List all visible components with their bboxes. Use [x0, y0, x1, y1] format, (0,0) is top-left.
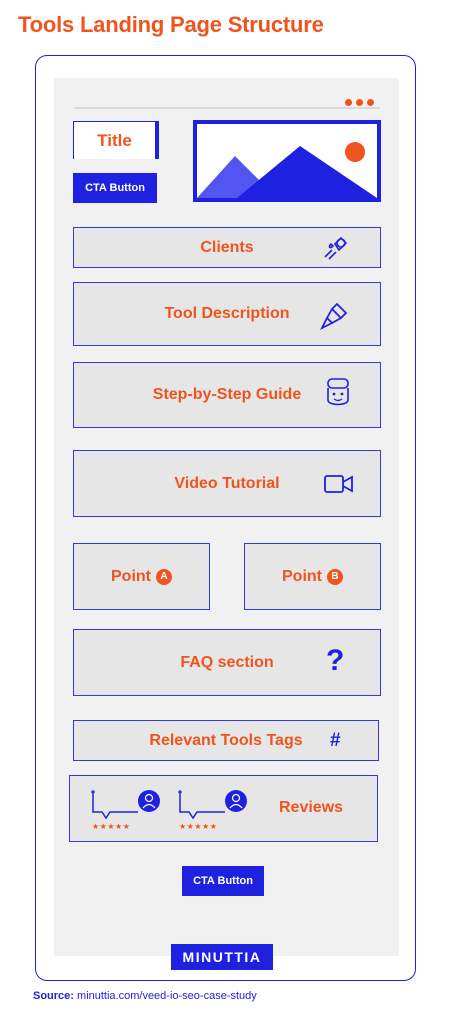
brain-head-icon — [327, 378, 349, 406]
hero-cta-button[interactable]: CTA Button — [73, 173, 157, 203]
hero-image — [193, 120, 381, 202]
clients-label: Clients — [200, 238, 254, 256]
faq-label: FAQ section — [180, 653, 274, 671]
review-2-stars: ★★★★★ — [179, 822, 218, 831]
source-label: Source: — [33, 990, 74, 1002]
hero-title: Title — [73, 121, 159, 159]
review-1-stars: ★★★★★ — [92, 822, 131, 831]
point-b-section: Point B — [244, 543, 381, 610]
review-bubble-2-icon — [178, 790, 247, 820]
point-b-badge: B — [327, 568, 343, 585]
point-a-section: Point A — [73, 543, 210, 610]
minuttia-logo: MINUTTIA — [171, 944, 273, 970]
paint-brush-icon — [319, 302, 348, 331]
page-heading: Tools Landing Page Structure — [18, 12, 324, 37]
point-b-label: Point — [282, 567, 322, 585]
point-a-label: Point — [111, 567, 151, 585]
tool-description-label: Tool Description — [164, 305, 290, 322]
bottom-cta-button[interactable]: CTA Button — [182, 866, 264, 896]
review-bubble-1-icon — [91, 790, 160, 820]
reviews-label: Reviews — [279, 799, 344, 816]
video-camera-icon — [324, 475, 353, 493]
hashtag-icon: # — [330, 730, 341, 751]
tags-label: Relevant Tools Tags — [149, 731, 303, 749]
point-a-badge: A — [156, 568, 172, 585]
image-placeholder-icon — [197, 142, 377, 198]
top-divider — [74, 107, 380, 109]
video-label: Video Tutorial — [174, 474, 280, 492]
source-url[interactable]: minuttia.com/veed-io-seo-case-study — [77, 990, 257, 1002]
question-mark-icon: ? — [326, 644, 345, 677]
source-credit: Source: minuttia.com/veed-io-seo-case-st… — [33, 990, 257, 1002]
guide-label: Step-by-Step Guide — [152, 386, 302, 403]
handshake-icon — [324, 236, 348, 260]
